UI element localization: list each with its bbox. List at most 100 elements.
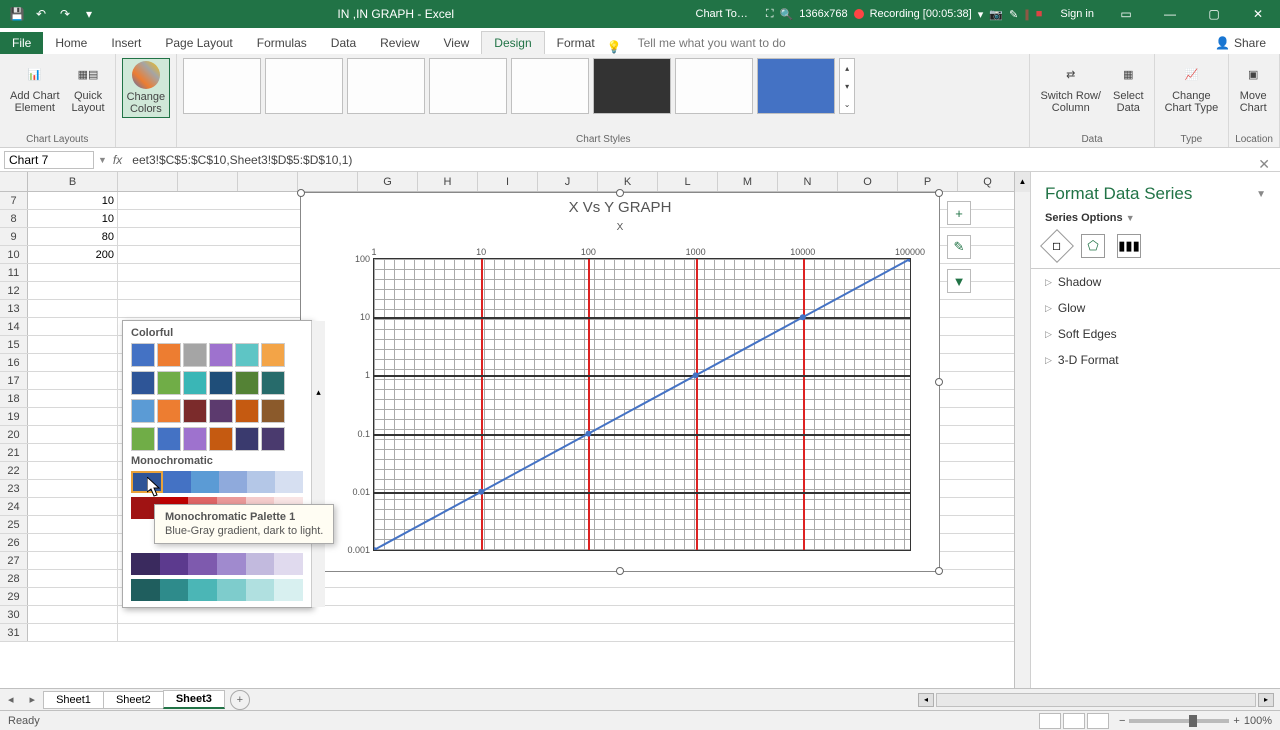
chart-handle-s[interactable] [616, 567, 624, 575]
row-header[interactable]: 11 [0, 264, 28, 281]
pause-icon[interactable]: ∥ [1024, 8, 1030, 21]
move-chart-button[interactable]: ▣ Move Chart [1235, 58, 1271, 116]
color-swatch[interactable] [157, 343, 181, 367]
cell[interactable] [28, 570, 118, 587]
dropdown-scrollbar[interactable]: ▴▾ [311, 321, 325, 607]
zoom-percent[interactable]: 100% [1244, 715, 1272, 727]
mono-palette-item[interactable] [191, 471, 219, 493]
color-swatch[interactable] [183, 371, 207, 395]
mono-palette-1[interactable] [131, 471, 163, 493]
color-swatch[interactable] [209, 371, 233, 395]
quick-layout-button[interactable]: ▦▤ Quick Layout [68, 58, 109, 116]
row-header[interactable]: 30 [0, 606, 28, 623]
color-swatch[interactable] [209, 399, 233, 423]
name-box-dropdown-icon[interactable]: ▼ [98, 155, 107, 165]
row-header[interactable]: 7 [0, 192, 28, 209]
series-options-tab-icon[interactable]: ▮▮▮ [1117, 234, 1141, 258]
chart-handle-ne[interactable] [935, 189, 943, 197]
color-swatch[interactable] [261, 399, 285, 423]
col-header-P[interactable]: P [898, 172, 958, 191]
cell[interactable] [28, 300, 118, 317]
mono-palette-item[interactable] [246, 553, 275, 575]
recorder-dropdown-icon[interactable]: ▾ [978, 8, 984, 21]
mono-palette-item[interactable] [188, 579, 217, 601]
tab-insert[interactable]: Insert [99, 32, 153, 54]
zoom-slider[interactable] [1129, 719, 1229, 723]
cell[interactable] [28, 336, 118, 353]
row-header[interactable]: 18 [0, 390, 28, 407]
maximize-button[interactable]: ▢ [1192, 0, 1236, 28]
chart-object[interactable]: + ✎ ▼ X Vs Y GRAPH X [300, 192, 940, 572]
mono-palette-item[interactable] [246, 579, 275, 601]
hscroll-left[interactable]: ◂ [918, 693, 934, 707]
col-header-C[interactable] [118, 172, 178, 191]
col-header-L[interactable]: L [658, 172, 718, 191]
row-header[interactable]: 31 [0, 624, 28, 641]
color-swatch[interactable] [209, 427, 233, 451]
color-swatch[interactable] [131, 371, 155, 395]
color-swatch[interactable] [235, 343, 259, 367]
row-header[interactable]: 14 [0, 318, 28, 335]
name-box[interactable]: Chart 7 [4, 151, 94, 169]
tell-me-input[interactable]: Tell me what you want to do [626, 32, 1201, 54]
tab-review[interactable]: Review [368, 32, 431, 54]
camera-icon[interactable]: 📷 [989, 8, 1003, 21]
select-data-button[interactable]: ▦ Select Data [1109, 58, 1148, 116]
add-sheet-button[interactable]: + [230, 690, 250, 710]
tab-page-layout[interactable]: Page Layout [153, 32, 244, 54]
row-header[interactable]: 26 [0, 534, 28, 551]
sheet-nav-next[interactable]: ▸ [22, 693, 44, 706]
chart-style-2[interactable] [265, 58, 343, 114]
chart-style-3[interactable] [347, 58, 425, 114]
row-header[interactable]: 8 [0, 210, 28, 227]
chart-series-line[interactable] [374, 259, 910, 550]
chart-elements-fab[interactable]: + [947, 201, 971, 225]
mono-palette-item[interactable] [274, 553, 303, 575]
glow-option[interactable]: ▷Glow [1031, 295, 1280, 321]
cell[interactable] [28, 264, 118, 281]
mono-palette-item[interactable] [163, 471, 191, 493]
mono-palette-item[interactable] [217, 553, 246, 575]
cell[interactable]: 80 [28, 228, 118, 245]
cell[interactable] [28, 606, 118, 623]
tab-formulas[interactable]: Formulas [245, 32, 319, 54]
tab-design[interactable]: Design [481, 31, 544, 54]
format-pane-subheader[interactable]: Series Options ▼ [1031, 208, 1280, 228]
minimize-button[interactable]: — [1148, 0, 1192, 28]
row-header[interactable]: 15 [0, 336, 28, 353]
col-header-K[interactable]: K [598, 172, 658, 191]
row-header[interactable]: 22 [0, 462, 28, 479]
chart-x-axis-title[interactable]: X [301, 222, 939, 233]
cell[interactable] [28, 498, 118, 515]
color-swatch[interactable] [157, 427, 181, 451]
row-header[interactable]: 9 [0, 228, 28, 245]
cell[interactable] [28, 552, 118, 569]
pencil-icon[interactable]: ✎ [1009, 8, 1018, 21]
color-swatch[interactable] [183, 399, 207, 423]
cell[interactable]: 200 [28, 246, 118, 263]
chart-plot-area[interactable]: 1 10 100 1000 10000 100000 100 10 1 0.1 … [373, 258, 911, 551]
col-header-H[interactable]: H [418, 172, 478, 191]
chart-title[interactable]: X Vs Y GRAPH [301, 193, 939, 222]
sheet-nav-prev[interactable]: ◂ [0, 693, 22, 706]
undo-icon[interactable]: ↶ [30, 3, 52, 25]
col-header-G[interactable]: G [358, 172, 418, 191]
zoom-control[interactable]: − + 100% [1119, 715, 1272, 727]
fill-line-tab-icon[interactable]: ◇ [1040, 229, 1074, 263]
row-header[interactable]: 21 [0, 444, 28, 461]
format-pane-close-button[interactable]: ✕ [1258, 156, 1270, 173]
add-chart-element-button[interactable]: 📊 Add Chart Element [6, 58, 64, 116]
redo-icon[interactable]: ↷ [54, 3, 76, 25]
row-header[interactable]: 23 [0, 480, 28, 497]
col-header-F[interactable] [298, 172, 358, 191]
row-header[interactable]: 16 [0, 354, 28, 371]
save-icon[interactable]: 💾 [6, 3, 28, 25]
hscroll-track[interactable] [936, 693, 1256, 707]
color-swatch[interactable] [183, 343, 207, 367]
page-layout-view-button[interactable] [1063, 713, 1085, 729]
vertical-scrollbar[interactable] [1014, 192, 1030, 688]
row-header[interactable]: 10 [0, 246, 28, 263]
row-header[interactable]: 27 [0, 552, 28, 569]
col-header-B[interactable]: B [28, 172, 118, 191]
close-button[interactable]: ✕ [1236, 0, 1280, 28]
